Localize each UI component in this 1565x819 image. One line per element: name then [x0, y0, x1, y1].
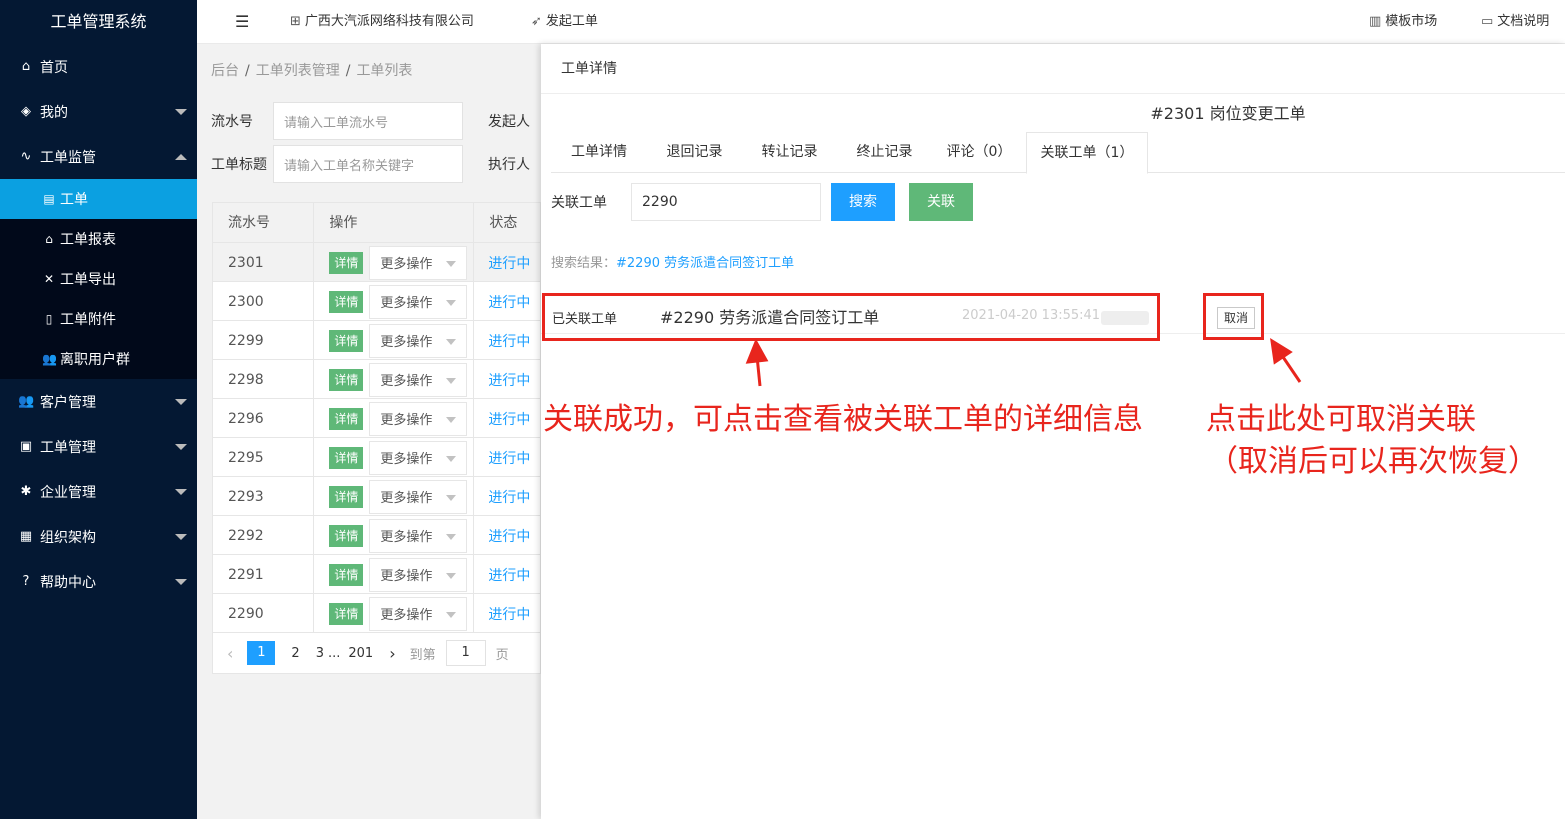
annotation-left: 关联成功，可点击查看被关联工单的详细信息 — [543, 402, 1143, 437]
annotation-right-line2: （取消后可以再次恢复） — [1208, 444, 1538, 479]
arrow-head-right — [1270, 338, 1293, 365]
annotation-right-line1: 点击此处可取消关联 — [1206, 402, 1476, 437]
arrow-head-left — [745, 338, 769, 364]
arrow-line-right — [1279, 353, 1302, 383]
